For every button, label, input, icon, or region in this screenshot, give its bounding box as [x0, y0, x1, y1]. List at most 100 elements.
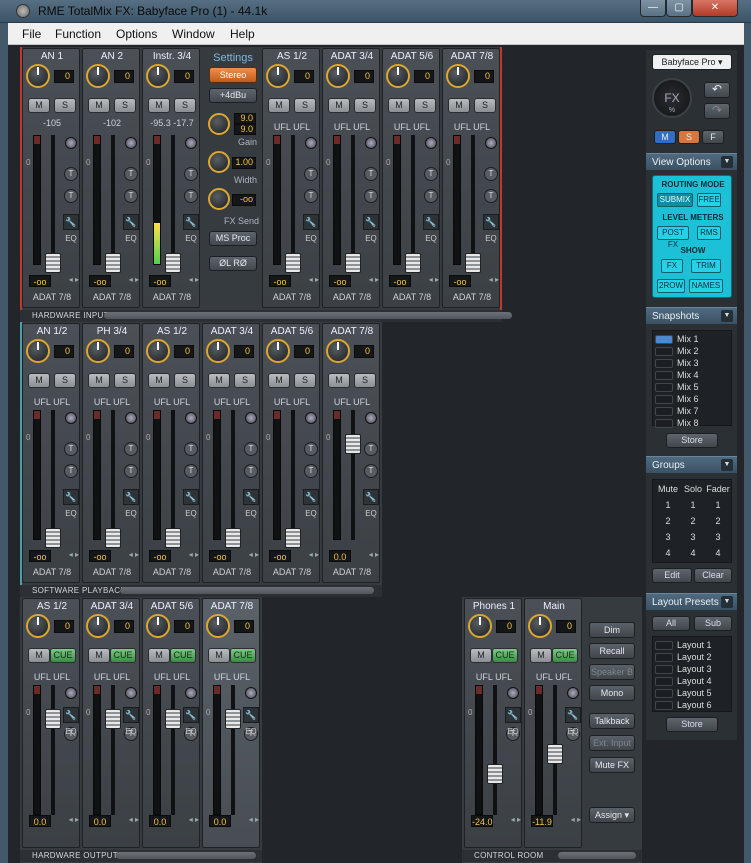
- wrench-icon[interactable]: 🔧: [423, 214, 439, 230]
- cue-button[interactable]: CUE: [230, 648, 256, 663]
- gain-knob[interactable]: [26, 339, 50, 363]
- fader-handle[interactable]: [285, 253, 301, 273]
- eq-icon[interactable]: EQ: [243, 727, 259, 739]
- trim-icon[interactable]: T: [364, 442, 378, 456]
- fader-handle[interactable]: [45, 253, 61, 273]
- group-cell[interactable]: 3: [658, 532, 678, 542]
- fader-handle[interactable]: [165, 709, 181, 729]
- fader-handle[interactable]: [165, 528, 181, 548]
- fader-handle[interactable]: [465, 253, 481, 273]
- solo-button[interactable]: S: [354, 373, 376, 388]
- arrows-icon[interactable]: ◂ ▸: [299, 275, 319, 287]
- cue-button[interactable]: CUE: [552, 648, 578, 663]
- mono-button[interactable]: Mono: [589, 685, 635, 701]
- t-icon[interactable]: T: [364, 189, 378, 203]
- group-cell[interactable]: 2: [658, 516, 678, 526]
- solo-button[interactable]: S: [54, 373, 76, 388]
- trim-icon[interactable]: T: [304, 167, 318, 181]
- layout-item[interactable]: Layout 4: [655, 676, 733, 687]
- gain-knob[interactable]: [146, 339, 170, 363]
- fader-handle[interactable]: [45, 528, 61, 548]
- solo-button[interactable]: S: [174, 373, 196, 388]
- global-solo-button[interactable]: S: [678, 130, 700, 144]
- fader-handle[interactable]: [405, 253, 421, 273]
- gain-knob[interactable]: [206, 614, 230, 638]
- snapshot-item[interactable]: Mix 6: [655, 394, 733, 405]
- wrench-icon[interactable]: 🔧: [243, 489, 259, 505]
- pan-knob[interactable]: [65, 137, 77, 149]
- phase-invert-buttons[interactable]: ØL RØ: [209, 256, 257, 271]
- eq-icon[interactable]: EQ: [183, 727, 199, 739]
- t-icon[interactable]: T: [304, 464, 318, 478]
- gain-knob[interactable]: [86, 614, 110, 638]
- ms-proc-button[interactable]: MS Proc: [209, 231, 257, 246]
- snapshot-item[interactable]: Mix 8: [655, 418, 733, 429]
- view-options-header[interactable]: View Options ▼: [646, 153, 737, 170]
- fader-handle[interactable]: [45, 709, 61, 729]
- pan-knob[interactable]: [245, 412, 257, 424]
- wrench-icon[interactable]: 🔧: [303, 214, 319, 230]
- control-room-scrollbar[interactable]: [558, 852, 636, 859]
- mute-button[interactable]: M: [148, 98, 170, 113]
- mute-button[interactable]: M: [328, 98, 350, 113]
- fader-handle[interactable]: [345, 253, 361, 273]
- solo-button[interactable]: S: [114, 98, 136, 113]
- group-cell[interactable]: 1: [683, 500, 703, 510]
- reference-level-select[interactable]: +4dBu: [209, 88, 257, 103]
- wrench-icon[interactable]: 🔧: [505, 707, 521, 723]
- wrench-icon[interactable]: 🔧: [363, 489, 379, 505]
- solo-button[interactable]: S: [294, 98, 316, 113]
- arrows-icon[interactable]: ◂ ▸: [59, 550, 79, 562]
- eq-icon[interactable]: EQ: [63, 727, 79, 739]
- recall-button[interactable]: Recall: [589, 643, 635, 659]
- t-icon[interactable]: T: [64, 189, 78, 203]
- pan-knob[interactable]: [365, 412, 377, 424]
- arrows-icon[interactable]: ◂ ▸: [479, 275, 499, 287]
- wrench-icon[interactable]: 🔧: [123, 489, 139, 505]
- arrows-icon[interactable]: ◂ ▸: [299, 550, 319, 562]
- post-fx-button[interactable]: POST FX: [657, 226, 689, 249]
- snapshot-item[interactable]: Mix 5: [655, 382, 733, 393]
- fader-handle[interactable]: [105, 253, 121, 273]
- t-icon[interactable]: T: [364, 464, 378, 478]
- rms-button[interactable]: RMS: [697, 226, 721, 240]
- t-icon[interactable]: T: [484, 189, 498, 203]
- solo-button[interactable]: S: [54, 98, 76, 113]
- snapshot-item[interactable]: Mix 4: [655, 370, 733, 381]
- pan-knob[interactable]: [245, 687, 257, 699]
- pan-knob[interactable]: [365, 137, 377, 149]
- eq-icon[interactable]: EQ: [363, 234, 379, 246]
- groups-edit-button[interactable]: Edit: [652, 568, 692, 583]
- fader-handle[interactable]: [285, 528, 301, 548]
- eq-icon[interactable]: EQ: [243, 509, 259, 521]
- wrench-icon[interactable]: 🔧: [363, 214, 379, 230]
- group-cell[interactable]: 1: [658, 500, 678, 510]
- t-icon[interactable]: T: [184, 189, 198, 203]
- hardware-inputs-scrollbar[interactable]: [104, 312, 512, 319]
- layout-sub-button[interactable]: Sub: [694, 616, 732, 631]
- trim-icon[interactable]: T: [364, 167, 378, 181]
- group-cell[interactable]: 2: [708, 516, 728, 526]
- global-fader-button[interactable]: F: [702, 130, 724, 144]
- pan-knob[interactable]: [65, 412, 77, 424]
- group-cell[interactable]: 4: [658, 548, 678, 558]
- gain-knob[interactable]: [528, 614, 552, 638]
- gain-knob[interactable]: [326, 339, 350, 363]
- gain-knob[interactable]: [446, 64, 470, 88]
- pan-knob[interactable]: [125, 137, 137, 149]
- snapshot-item[interactable]: Mix 2: [655, 346, 733, 357]
- eq-icon[interactable]: EQ: [123, 509, 139, 521]
- snapshot-item[interactable]: Mix 7: [655, 406, 733, 417]
- solo-button[interactable]: S: [414, 98, 436, 113]
- solo-button[interactable]: S: [474, 98, 496, 113]
- mute-button[interactable]: M: [208, 373, 230, 388]
- snapshot-item[interactable]: Mix 3: [655, 358, 733, 369]
- eq-icon[interactable]: EQ: [303, 509, 319, 521]
- solo-button[interactable]: S: [174, 98, 196, 113]
- fader-handle[interactable]: [105, 528, 121, 548]
- layout-item[interactable]: Layout 2: [655, 652, 733, 663]
- maximize-button[interactable]: ▢: [666, 0, 692, 17]
- mute-button[interactable]: M: [328, 373, 350, 388]
- trim-icon[interactable]: T: [424, 167, 438, 181]
- eq-icon[interactable]: EQ: [505, 727, 521, 739]
